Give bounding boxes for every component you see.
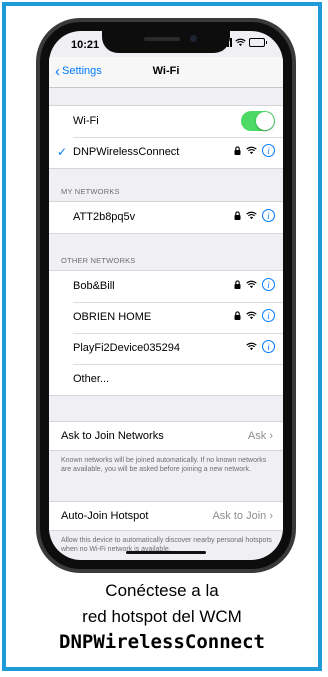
- chevron-right-icon: ›: [269, 430, 273, 442]
- caption-line-1: Conéctese a la: [105, 581, 219, 600]
- lock-icon: [234, 146, 241, 155]
- navigation-bar: ‹ Settings Wi-Fi: [49, 57, 283, 88]
- auto-join-section: Auto-Join Hotspot Ask to Join ›: [49, 501, 283, 531]
- lock-icon: [234, 311, 241, 320]
- network-name: ATT2b8pq5v: [73, 211, 136, 223]
- wifi-icon: [235, 38, 246, 47]
- my-networks-section: ATT2b8pq5v i: [49, 201, 283, 234]
- other-network-row[interactable]: Other...: [49, 364, 283, 395]
- list-item[interactable]: OBRIEN HOME i: [49, 302, 283, 333]
- page-title: Wi-Fi: [152, 65, 180, 77]
- network-name: PlayFi2Device035294: [73, 342, 181, 354]
- connected-network-row[interactable]: ✓ DNPWirelessConnect i: [49, 137, 283, 168]
- other-networks-header: OTHER NETWORKS: [61, 256, 136, 265]
- notch: [102, 31, 230, 53]
- instruction-caption: Conéctese a la red hotspot del WCM DNPWi…: [6, 578, 318, 654]
- list-item[interactable]: PlayFi2Device035294 i: [49, 333, 283, 364]
- wifi-icon: [246, 211, 257, 220]
- caption-line-2: red hotspot del WCM: [82, 607, 242, 626]
- auto-join-row[interactable]: Auto-Join Hotspot Ask to Join ›: [49, 502, 283, 530]
- chevron-right-icon: ›: [269, 510, 273, 522]
- ask-to-join-footnote: Known networks will be joined automatica…: [61, 457, 267, 473]
- caption-network-name: DNPWirelessConnect: [59, 631, 265, 653]
- ask-to-join-section: Ask to Join Networks Ask ›: [49, 421, 283, 451]
- auto-join-label: Auto-Join Hotspot: [61, 510, 149, 522]
- list-item[interactable]: Bob&Bill i: [49, 271, 283, 302]
- lock-icon: [234, 211, 241, 220]
- instruction-frame: 10:21 ‹ Settings Wi-Fi Wi-Fi ✓ DNPWirele…: [2, 2, 322, 671]
- phone-screen: 10:21 ‹ Settings Wi-Fi Wi-Fi ✓ DNPWirele…: [49, 31, 283, 560]
- ask-to-join-label: Ask to Join Networks: [61, 430, 164, 442]
- info-icon[interactable]: i: [262, 144, 275, 157]
- ask-to-join-value: Ask: [247, 430, 267, 442]
- list-item[interactable]: ATT2b8pq5v i: [49, 202, 283, 233]
- battery-icon: [249, 38, 267, 47]
- wifi-toggle[interactable]: [241, 111, 275, 131]
- checkmark-icon: ✓: [57, 145, 68, 159]
- network-name: OBRIEN HOME: [73, 311, 152, 323]
- ask-to-join-row[interactable]: Ask to Join Networks Ask ›: [49, 422, 283, 450]
- wifi-icon: [246, 146, 257, 155]
- auto-join-value: Ask to Join: [212, 510, 267, 522]
- wifi-icon: [246, 311, 257, 320]
- wifi-icon: [246, 342, 257, 351]
- other-networks-section: Bob&Bill i OBRIEN HOME i PlayFi2Device03…: [49, 270, 283, 396]
- wifi-section: Wi-Fi ✓ DNPWirelessConnect i: [49, 105, 283, 169]
- wifi-icon: [246, 280, 257, 289]
- info-icon[interactable]: i: [262, 209, 275, 222]
- network-name: Bob&Bill: [73, 280, 115, 292]
- info-icon[interactable]: i: [262, 340, 275, 353]
- other-label: Other...: [73, 373, 110, 385]
- info-icon[interactable]: i: [262, 309, 275, 322]
- wifi-label: Wi-Fi: [73, 115, 99, 127]
- home-indicator: [126, 551, 206, 554]
- lock-icon: [234, 280, 241, 289]
- network-name: DNPWirelessConnect: [73, 146, 180, 158]
- phone-mockup: 10:21 ‹ Settings Wi-Fi Wi-Fi ✓ DNPWirele…: [36, 18, 296, 573]
- info-icon[interactable]: i: [262, 278, 275, 291]
- status-time: 10:21: [71, 39, 100, 51]
- my-networks-header: MY NETWORKS: [61, 187, 120, 196]
- wifi-toggle-row: Wi-Fi: [49, 106, 283, 137]
